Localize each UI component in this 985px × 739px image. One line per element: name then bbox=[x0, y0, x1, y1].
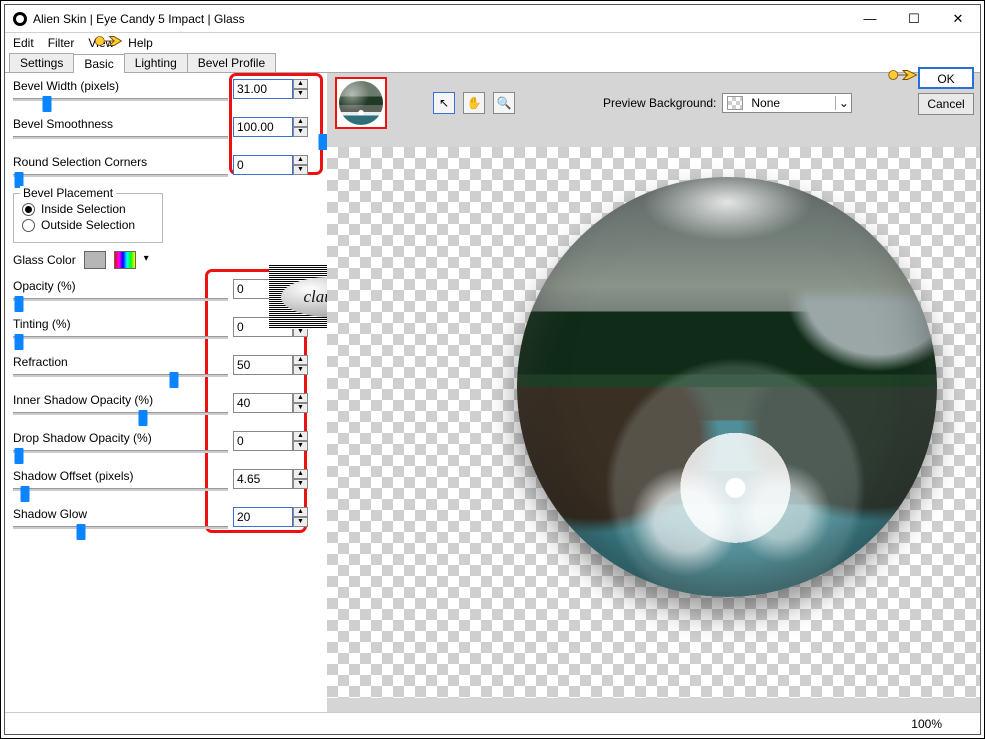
slider-thumb[interactable] bbox=[170, 372, 179, 388]
app-icon bbox=[13, 12, 27, 26]
input-bevel-smoothness[interactable] bbox=[233, 117, 293, 137]
close-button[interactable]: ✕ bbox=[936, 5, 980, 32]
menu-edit[interactable]: Edit bbox=[13, 36, 34, 50]
tab-basic[interactable]: Basic bbox=[73, 54, 124, 73]
slider-opacity[interactable] bbox=[13, 298, 228, 301]
input-drop-shadow[interactable] bbox=[233, 431, 293, 451]
input-inner-shadow[interactable] bbox=[233, 393, 293, 413]
input-refraction[interactable] bbox=[233, 355, 293, 375]
spinner[interactable]: ▲▼ bbox=[293, 393, 308, 413]
menu-bar: Edit Filter View Help bbox=[5, 33, 980, 53]
window-title: Alien Skin | Eye Candy 5 Impact | Glass bbox=[33, 12, 848, 26]
preview-background-select[interactable]: None ⌄ bbox=[722, 93, 852, 113]
slider-refraction[interactable] bbox=[13, 374, 228, 377]
bevel-placement-group: Bevel Placement Inside Selection Outside… bbox=[13, 193, 163, 243]
spinner[interactable]: ▲▼ bbox=[293, 117, 308, 137]
preview-area[interactable] bbox=[327, 133, 980, 712]
glass-color-picker[interactable] bbox=[114, 251, 136, 269]
status-bar: 100% bbox=[5, 712, 980, 734]
spinner[interactable]: ▲▼ bbox=[293, 507, 308, 527]
slider-thumb[interactable] bbox=[15, 448, 24, 464]
slider-thumb[interactable] bbox=[139, 410, 148, 426]
slider-shadow-glow[interactable] bbox=[13, 526, 228, 529]
slider-thumb[interactable] bbox=[43, 96, 52, 112]
input-bevel-width[interactable] bbox=[233, 79, 293, 99]
preset-thumbnail[interactable] bbox=[335, 77, 387, 129]
title-bar: Alien Skin | Eye Candy 5 Impact | Glass … bbox=[5, 5, 980, 33]
chevron-down-icon: ⌄ bbox=[835, 96, 851, 110]
radio-outside-selection[interactable]: Outside Selection bbox=[22, 218, 154, 232]
tab-bevel-profile[interactable]: Bevel Profile bbox=[187, 53, 276, 72]
menu-view[interactable]: View bbox=[88, 36, 114, 50]
spinner[interactable]: ▲▼ bbox=[293, 79, 308, 99]
spinner[interactable]: ▲▼ bbox=[293, 469, 308, 489]
radio-inside-selection[interactable]: Inside Selection bbox=[22, 202, 154, 216]
zoom-tool-icon[interactable]: 🔍 bbox=[493, 92, 515, 114]
minimize-button[interactable]: — bbox=[848, 5, 892, 32]
spinner[interactable]: ▲▼ bbox=[293, 155, 308, 175]
hand-tool-icon[interactable]: ✋ bbox=[463, 92, 485, 114]
spinner[interactable]: ▲▼ bbox=[293, 431, 308, 451]
menu-help[interactable]: Help bbox=[128, 36, 153, 50]
spinner[interactable]: ▲▼ bbox=[293, 355, 308, 375]
slider-bevel-smoothness[interactable] bbox=[13, 136, 228, 139]
glass-color-swatch[interactable] bbox=[84, 251, 106, 269]
slider-drop-shadow[interactable] bbox=[13, 450, 228, 453]
slider-round-corners[interactable] bbox=[13, 174, 228, 177]
checker-icon bbox=[727, 96, 743, 110]
label-glass-color: Glass Color bbox=[13, 253, 76, 267]
slider-thumb[interactable] bbox=[15, 334, 24, 350]
tab-settings[interactable]: Settings bbox=[9, 53, 74, 72]
maximize-button[interactable]: ☐ bbox=[892, 5, 936, 32]
slider-tinting[interactable] bbox=[13, 336, 228, 339]
cancel-button[interactable]: Cancel bbox=[918, 93, 974, 115]
pointer-tool-icon[interactable]: ↖ bbox=[433, 92, 455, 114]
input-round-corners[interactable] bbox=[233, 155, 293, 175]
slider-inner-shadow[interactable] bbox=[13, 412, 228, 415]
zoom-level: 100% bbox=[911, 717, 942, 731]
glass-sphere-preview bbox=[517, 177, 937, 597]
label-preview-background: Preview Background: bbox=[603, 96, 716, 110]
input-shadow-offset[interactable] bbox=[233, 469, 293, 489]
slider-shadow-offset[interactable] bbox=[13, 488, 228, 491]
menu-filter[interactable]: Filter bbox=[48, 36, 75, 50]
slider-thumb[interactable] bbox=[15, 296, 24, 312]
legend-bevel-placement: Bevel Placement bbox=[20, 186, 116, 200]
slider-thumb[interactable] bbox=[21, 486, 30, 502]
tab-lighting[interactable]: Lighting bbox=[124, 53, 188, 72]
settings-panel: Bevel Width (pixels) ▲▼ Bevel Smoothness bbox=[5, 73, 327, 712]
tab-bar: Settings Basic Lighting Bevel Profile bbox=[5, 53, 980, 73]
ok-button[interactable]: OK bbox=[918, 67, 974, 89]
input-shadow-glow[interactable] bbox=[233, 507, 293, 527]
slider-thumb[interactable] bbox=[77, 524, 86, 540]
